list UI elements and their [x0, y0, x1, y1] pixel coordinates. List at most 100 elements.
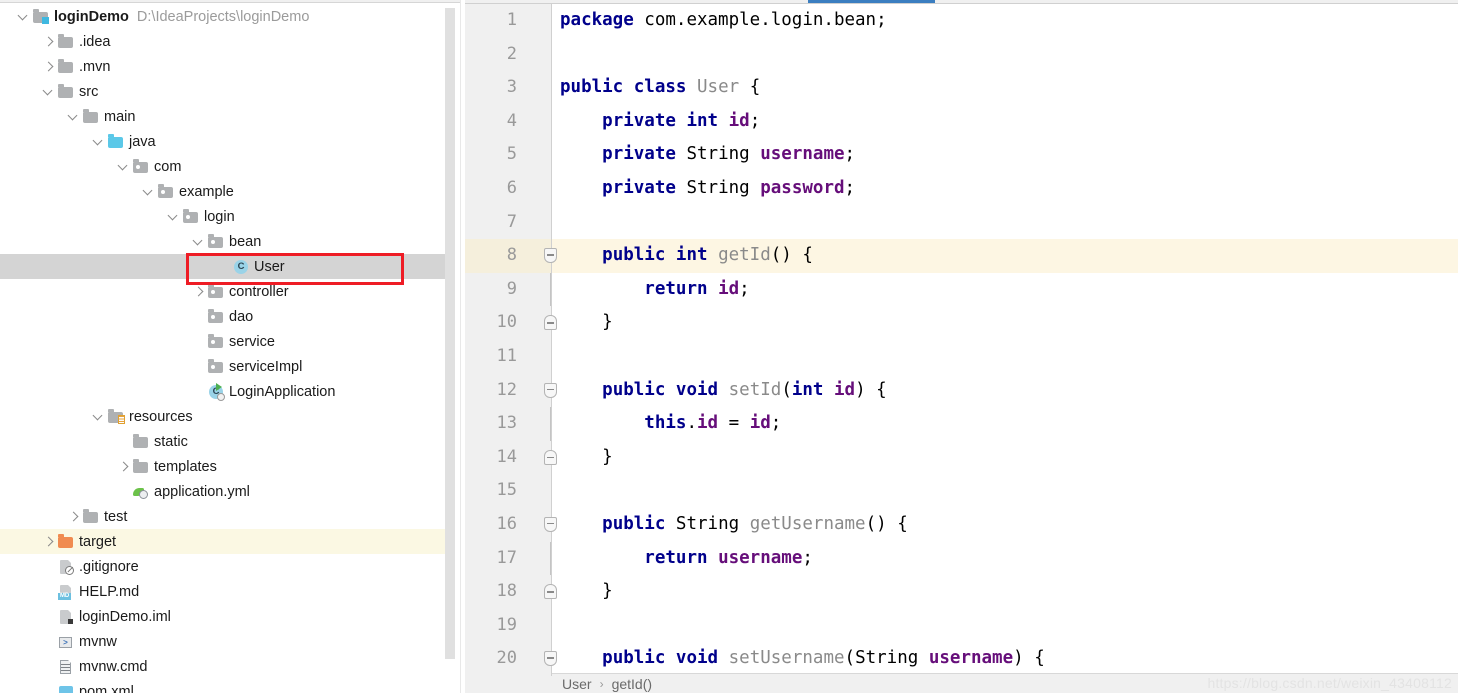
excluded-folder-icon: [58, 534, 74, 550]
chevron-down-icon[interactable]: [43, 86, 55, 98]
fold-end-icon[interactable]: [543, 575, 559, 609]
chevron-right-icon[interactable]: [193, 286, 205, 298]
tree-node-java[interactable]: java: [0, 129, 465, 154]
chevron-down-icon[interactable]: [93, 411, 105, 423]
gitignore-file-icon: [58, 559, 74, 575]
code-line[interactable]: 18 }: [465, 575, 1458, 609]
tree-node-templates[interactable]: templates: [0, 454, 465, 479]
breadcrumb-class[interactable]: User: [562, 676, 592, 692]
tree-node-service[interactable]: service: [0, 329, 465, 354]
tree-node-bean[interactable]: bean: [0, 229, 465, 254]
code-line[interactable]: 16 public String getUsername() {: [465, 507, 1458, 542]
breadcrumb[interactable]: User › getId(): [465, 673, 1458, 693]
tree-node-serviceimpl[interactable]: serviceImpl: [0, 354, 465, 379]
tree-node-label: application.yml: [154, 483, 250, 500]
line-number: 18: [496, 581, 517, 602]
tree-node-login[interactable]: login: [0, 204, 465, 229]
code-line-background: [465, 206, 1458, 240]
code-line[interactable]: 3 public class User {: [465, 71, 1458, 105]
code-line[interactable]: 11: [465, 339, 1458, 374]
tree-node-help-md[interactable]: MD HELP.md: [0, 579, 465, 604]
code-editor[interactable]: 1 package com.example.login.bean; 2 3 public…: [465, 0, 1458, 693]
chevron-right-icon[interactable]: [43, 36, 55, 48]
code-line[interactable]: 2: [465, 37, 1458, 72]
tree-node--idea[interactable]: .idea: [0, 29, 465, 54]
code-line[interactable]: 13 this.id = id;: [465, 407, 1458, 441]
fold-end-icon[interactable]: [543, 306, 559, 340]
tree-node-label: templates: [154, 458, 217, 475]
tree-node--mvn[interactable]: .mvn: [0, 54, 465, 79]
code-text: private String password;: [602, 177, 856, 198]
package-folder-icon: [133, 159, 149, 175]
tree-node-dao[interactable]: dao: [0, 304, 465, 329]
code-line[interactable]: 9 return id;: [465, 272, 1458, 307]
code-line[interactable]: 10 }: [465, 306, 1458, 340]
tree-node-mvnw[interactable]: > mvnw: [0, 629, 465, 654]
tree-node-user[interactable]: C User: [0, 254, 465, 279]
code-line[interactable]: 20 public void setUsername(String userna…: [465, 642, 1458, 676]
tree-node-application-yml[interactable]: application.yml: [0, 479, 465, 504]
tree-node-label: com: [154, 158, 182, 175]
code-line-background: [465, 575, 1458, 609]
tree-node-label: HELP.md: [79, 583, 140, 600]
tree-node-resources[interactable]: resources: [0, 404, 465, 429]
code-line[interactable]: 6 private String password;: [465, 171, 1458, 206]
code-line[interactable]: 8 public int getId() {: [465, 239, 1458, 273]
chevron-down-icon[interactable]: [193, 236, 205, 248]
code-line-background: [465, 609, 1458, 643]
code-line[interactable]: 5 private String username;: [465, 138, 1458, 172]
code-line[interactable]: 15: [465, 474, 1458, 508]
code-line[interactable]: 1 package com.example.login.bean;: [465, 4, 1458, 38]
code-line[interactable]: 12 public void setId(int id) {: [465, 373, 1458, 408]
code-line[interactable]: 4 private int id;: [465, 104, 1458, 139]
tree-node-static[interactable]: static: [0, 429, 465, 454]
tree-node-logindemo[interactable]: loginDemo D:\IdeaProjects\loginDemo: [0, 4, 465, 29]
chevron-down-icon[interactable]: [118, 161, 130, 173]
tree-node-loginapplication[interactable]: C LoginApplication: [0, 379, 465, 404]
tree-node-main[interactable]: main: [0, 104, 465, 129]
chevron-down-icon[interactable]: [93, 136, 105, 148]
tree-node-label: src: [79, 83, 99, 100]
line-number: 11: [496, 345, 517, 366]
breadcrumb-member[interactable]: getId(): [612, 676, 652, 692]
tree-node-label: resources: [129, 408, 193, 425]
package-folder-icon: [208, 284, 224, 300]
code-line[interactable]: 7: [465, 205, 1458, 240]
fold-end-icon[interactable]: [543, 441, 559, 475]
tree-node-pom-xml[interactable]: pom.xml: [0, 679, 465, 693]
tree-node-controller[interactable]: controller: [0, 279, 465, 304]
fold-region-line: [543, 541, 559, 576]
chevron-down-icon[interactable]: [168, 211, 180, 223]
tree-node-src[interactable]: src: [0, 79, 465, 104]
code-line[interactable]: 14 }: [465, 440, 1458, 475]
chevron-down-icon[interactable]: [143, 186, 155, 198]
chevron-right-icon[interactable]: [43, 61, 55, 73]
chevron-down-icon[interactable]: [18, 11, 30, 23]
project-tree-scrollbar-track[interactable]: [445, 4, 460, 689]
chevron-right-icon[interactable]: [43, 536, 55, 548]
code-line[interactable]: 19: [465, 608, 1458, 643]
project-tree[interactable]: loginDemo D:\IdeaProjects\loginDemo .idea.…: [0, 4, 465, 693]
chevron-right-icon[interactable]: [68, 511, 80, 523]
fold-collapse-icon[interactable]: [543, 508, 559, 542]
code-text: return username;: [644, 547, 813, 568]
fold-collapse-icon[interactable]: [543, 642, 559, 676]
package-folder-icon: [208, 234, 224, 250]
chevron-down-icon[interactable]: [68, 111, 80, 123]
tree-node-example[interactable]: example: [0, 179, 465, 204]
tree-node-com[interactable]: com: [0, 154, 465, 179]
folder-icon: [133, 459, 149, 475]
chevron-right-icon[interactable]: [118, 461, 130, 473]
tree-node--gitignore[interactable]: .gitignore: [0, 554, 465, 579]
tree-node-test[interactable]: test: [0, 504, 465, 529]
fold-collapse-icon[interactable]: [543, 374, 559, 408]
fold-collapse-icon[interactable]: [543, 239, 559, 273]
module-folder-icon: [33, 9, 49, 25]
tree-node-mvnw-cmd[interactable]: mvnw.cmd: [0, 654, 465, 679]
project-tree-scrollbar-thumb[interactable]: [445, 8, 455, 659]
code-content[interactable]: 1 package com.example.login.bean; 2 3 public…: [465, 4, 1458, 676]
code-line[interactable]: 17 return username;: [465, 541, 1458, 576]
tree-node-target[interactable]: target: [0, 529, 465, 554]
tree-node-logindemo-iml[interactable]: loginDemo.iml: [0, 604, 465, 629]
